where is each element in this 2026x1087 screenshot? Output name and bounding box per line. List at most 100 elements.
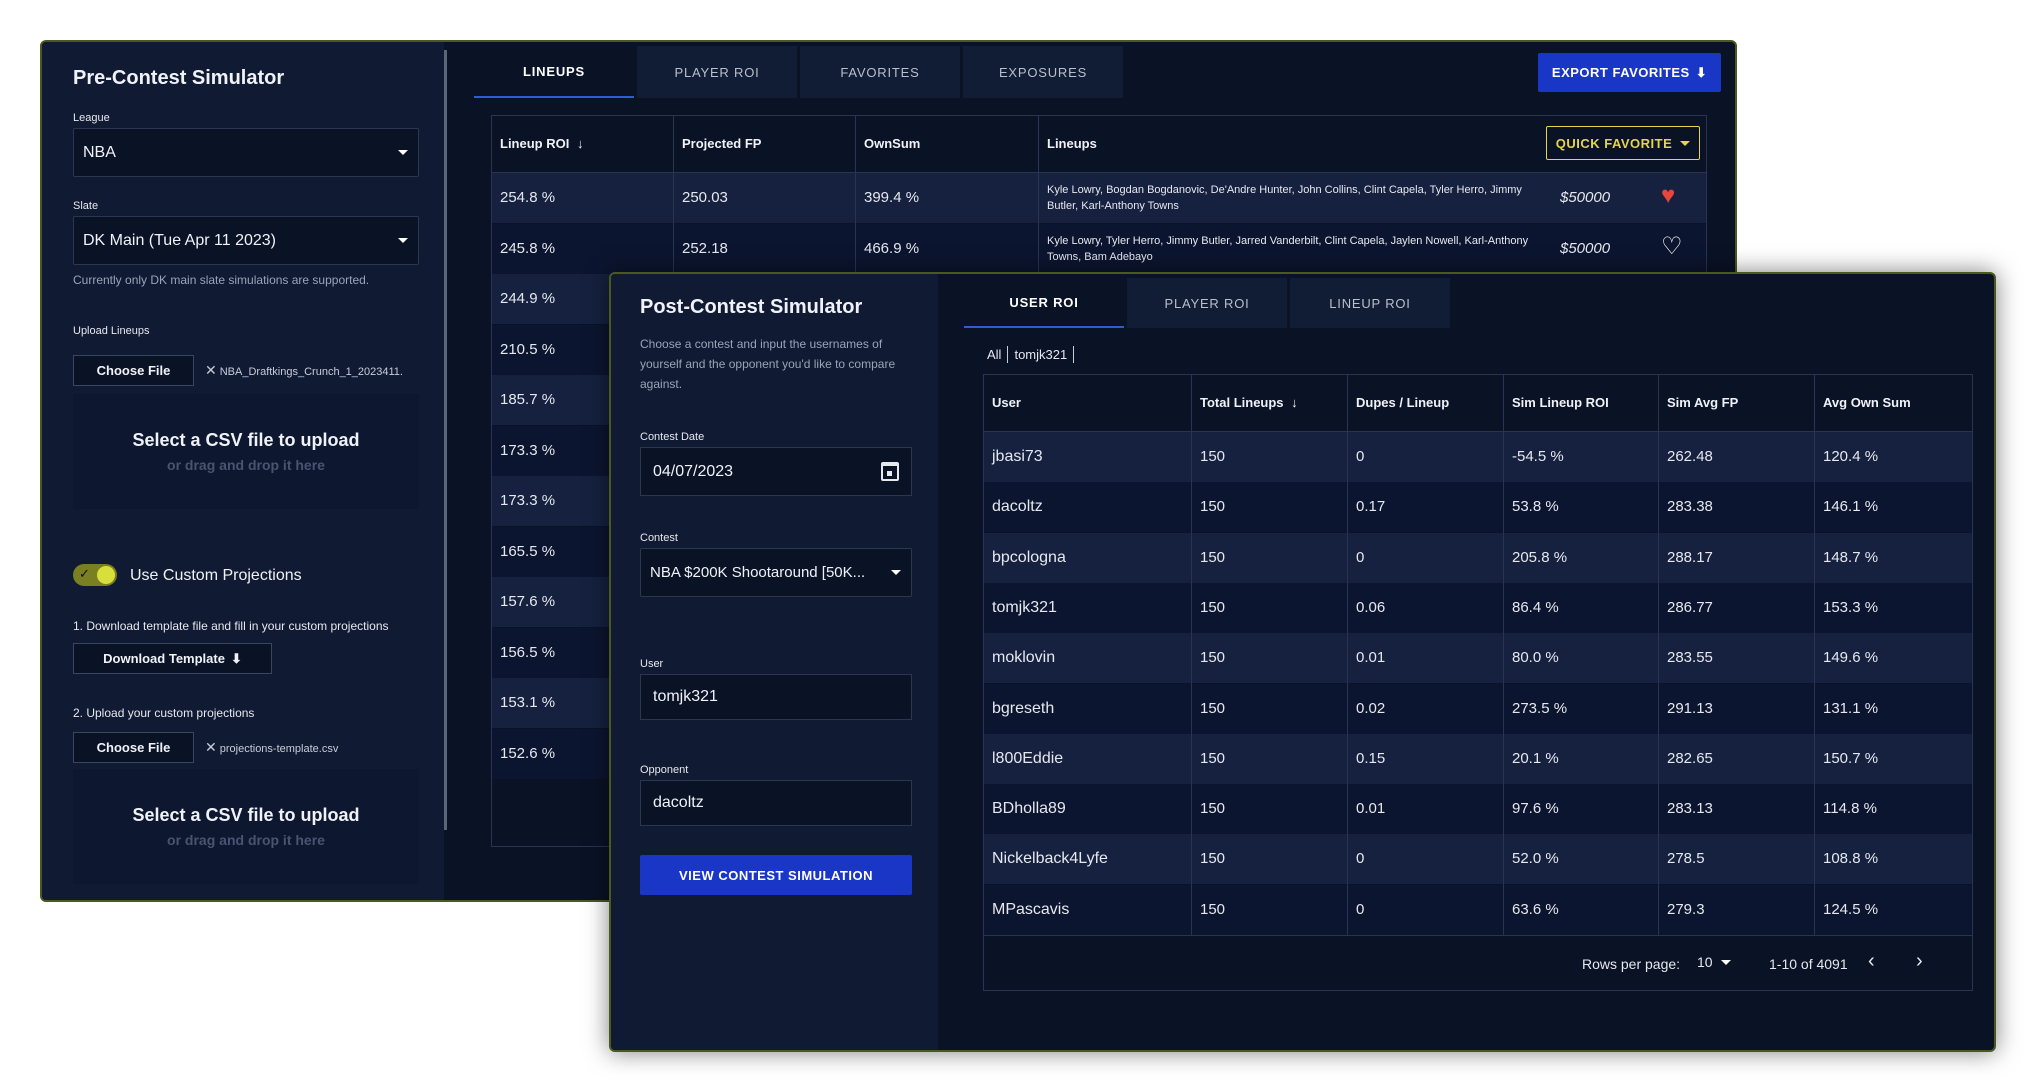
tab-lineup-roi[interactable]: LINEUP ROI [1290, 278, 1450, 328]
user-roi-table: User Total Lineups ↓ Dupes / Lineup Sim … [983, 374, 1973, 991]
avg-own-sum-cell: 120.4 % [1823, 448, 1879, 465]
col-projected-fp[interactable]: Projected FP [682, 136, 761, 151]
lineup-roi-cell: 244.9 % [500, 290, 556, 307]
toggle-thumb [97, 566, 115, 584]
user-input[interactable]: tomjk321 [640, 674, 912, 720]
table-row[interactable]: dacoltz 150 0.17 53.8 % 283.38 146.1 % [984, 482, 1972, 533]
table-row[interactable]: moklovin 150 0.01 80.0 % 283.55 149.6 % [984, 633, 1972, 684]
league-select[interactable]: NBA [73, 128, 419, 177]
sim-lineup-roi-cell: 53.8 % [1512, 498, 1559, 516]
download-template-label: Download Template [103, 651, 225, 666]
col-sim-avg-fp[interactable]: Sim Avg FP [1667, 395, 1738, 410]
dupes-cell: 0 [1356, 548, 1365, 566]
sim-avg-fp-cell: 288.17 [1667, 548, 1713, 566]
table-row[interactable]: l800Eddie 150 0.15 20.1 % 282.65 150.7 % [984, 733, 1972, 784]
opponent-input[interactable]: dacoltz [640, 780, 912, 826]
ownsum-cell: 399.4 % [864, 189, 920, 206]
col-total-lineups[interactable]: Total Lineups ↓ [1200, 395, 1298, 410]
calendar-icon[interactable] [881, 462, 899, 481]
col-lineup-roi[interactable]: Lineup ROI ↓ [500, 136, 583, 151]
lineups-filename-text: NBA_Draftkings_Crunch_1_2023411. [219, 366, 403, 378]
filter-user[interactable]: tomjk321 [1014, 347, 1067, 362]
user-cell: MPascavis [992, 900, 1070, 918]
user-label: User [640, 658, 664, 670]
table-row[interactable]: BDholla89 150 0.01 97.6 % 283.13 114.8 % [984, 784, 1972, 835]
table-row[interactable]: Nickelback4Lyfe 150 0 52.0 % 278.5 108.8 % [984, 834, 1972, 885]
sim-lineup-roi-cell: -54.5 % [1512, 448, 1564, 465]
dupes-cell: 0.02 [1356, 699, 1386, 717]
avg-own-sum-cell: 146.1 % [1823, 498, 1879, 516]
download-template-button[interactable]: Download Template ⬇ [73, 643, 272, 674]
league-label: League [73, 112, 110, 124]
view-contest-simulation-button[interactable]: VIEW CONTEST SIMULATION [640, 855, 912, 895]
tab-player-roi[interactable]: PLAYER ROI [1127, 278, 1287, 328]
sim-avg-fp-cell: 262.48 [1667, 448, 1713, 465]
col-sim-lineup-roi[interactable]: Sim Lineup ROI [1512, 395, 1609, 410]
avg-own-sum-cell: 131.1 % [1823, 699, 1879, 717]
sidebar-scrollbar[interactable] [444, 50, 447, 830]
sim-avg-fp-cell: 278.5 [1667, 850, 1705, 868]
sim-avg-fp-cell: 291.13 [1667, 699, 1713, 717]
sim-lineup-roi-cell: 273.5 % [1512, 699, 1568, 717]
col-dupes-per-lineup[interactable]: Dupes / Lineup [1356, 395, 1449, 410]
col-ownsum[interactable]: OwnSum [864, 136, 920, 151]
tab-exposures[interactable]: EXPOSURES [963, 46, 1123, 98]
filter-all[interactable]: All [987, 347, 1001, 362]
slate-value: DK Main (Tue Apr 11 2023) [83, 231, 276, 249]
rows-per-page-select[interactable]: 10 [1697, 954, 1731, 970]
chevron-down-icon [1720, 959, 1731, 965]
close-icon[interactable]: ✕ [205, 362, 217, 378]
total-lineups-cell: 150 [1200, 598, 1226, 616]
quick-favorite-label: QUICK FAVORITE [1555, 135, 1673, 151]
favorite-heart-icon[interactable]: ♥ [1661, 183, 1675, 209]
lineups-dropzone[interactable]: Select a CSV file to upload or drag and … [73, 394, 419, 509]
table-row[interactable]: jbasi73 150 0 -54.5 % 262.48 120.4 % [984, 432, 1972, 482]
avg-own-sum-cell: 124.5 % [1823, 900, 1879, 918]
user-cell: bgreseth [992, 699, 1055, 717]
custom-projections-toggle[interactable]: ✓ [73, 564, 117, 586]
table-row[interactable]: bpcologna 150 0 205.8 % 288.17 148.7 % [984, 532, 1972, 583]
table-row[interactable]: 245.8 % 252.18 466.9 % Kyle Lowry, Tyler He… [492, 223, 1706, 274]
pre-tabs: LINEUPS PLAYER ROI FAVORITES EXPOSURES [474, 46, 1126, 98]
contest-date-input[interactable]: 04/07/2023 [640, 447, 912, 496]
sim-lineup-roi-cell: 20.1 % [1512, 749, 1559, 767]
tab-user-roi[interactable]: USER ROI [964, 278, 1124, 328]
col-user[interactable]: User [992, 395, 1021, 410]
table-header-row: User Total Lineups ↓ Dupes / Lineup Sim … [984, 375, 1972, 431]
table-row[interactable]: tomjk321 150 0.06 86.4 % 286.77 153.3 % [984, 582, 1972, 633]
lineup-players-cell: Kyle Lowry, Tyler Herro, Jimmy Butler, J… [1047, 234, 1529, 263]
tab-favorites[interactable]: FAVORITES [800, 46, 960, 98]
avg-own-sum-cell: 148.7 % [1823, 548, 1879, 566]
table-row[interactable]: MPascavis 150 0 63.6 % 279.3 124.5 % [984, 884, 1972, 935]
favorite-heart-icon[interactable]: ♡ [1661, 233, 1683, 260]
chevron-left-icon[interactable]: ‹ [1868, 950, 1875, 973]
close-icon[interactable]: ✕ [205, 739, 217, 755]
sim-avg-fp-cell: 283.38 [1667, 498, 1713, 516]
export-favorites-button[interactable]: EXPORT FAVORITES ⬇ [1538, 53, 1721, 92]
dupes-cell: 0.17 [1356, 498, 1386, 516]
avg-own-sum-cell: 150.7 % [1823, 749, 1879, 767]
chevron-right-icon[interactable]: › [1916, 950, 1923, 973]
lineup-roi-cell: 210.5 % [500, 340, 556, 358]
choose-file-button[interactable]: Choose File [73, 732, 194, 763]
quick-favorite-button[interactable]: QUICK FAVORITE [1546, 126, 1700, 160]
contest-select[interactable]: NBA $200K Shootaround [50K... [640, 548, 912, 597]
col-avg-own-sum[interactable]: Avg Own Sum [1823, 395, 1911, 410]
dupes-cell: 0 [1356, 900, 1365, 918]
sim-lineup-roi-cell: 205.8 % [1512, 548, 1568, 566]
sim-avg-fp-cell: 283.13 [1667, 800, 1713, 818]
step2-text: 2. Upload your custom projections [73, 706, 255, 720]
tab-player-roi[interactable]: PLAYER ROI [637, 46, 797, 98]
slate-select[interactable]: DK Main (Tue Apr 11 2023) [73, 216, 419, 265]
tab-lineups[interactable]: LINEUPS [474, 46, 634, 98]
dupes-cell: 0.15 [1356, 749, 1386, 767]
projections-dropzone[interactable]: Select a CSV file to upload or drag and … [73, 769, 419, 884]
arrow-down-icon: ↓ [1291, 395, 1298, 410]
contest-date-value: 04/07/2023 [653, 462, 734, 480]
download-icon: ⬇ [230, 650, 242, 666]
chevron-down-icon [398, 237, 408, 243]
table-row[interactable]: bgreseth 150 0.02 273.5 % 291.13 131.1 % [984, 683, 1972, 734]
sidebar-scrollbar[interactable] [938, 274, 964, 1050]
choose-file-button[interactable]: Choose File [73, 355, 194, 386]
table-row[interactable]: 254.8 % 250.03 399.4 % Kyle Lowry, Bogdan B… [492, 173, 1706, 223]
